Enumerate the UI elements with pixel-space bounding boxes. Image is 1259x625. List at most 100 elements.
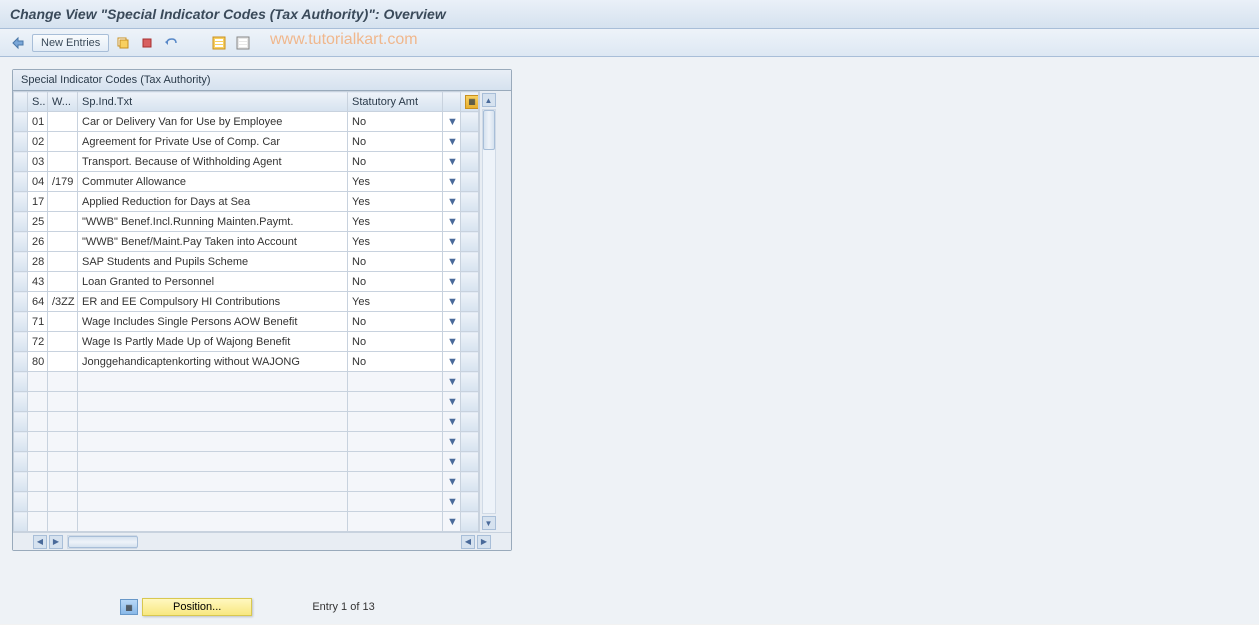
deselect-all-icon[interactable] (233, 33, 253, 53)
row-selector[interactable] (14, 452, 28, 472)
cell-txt[interactable]: Agreement for Private Use of Comp. Car (78, 132, 348, 152)
row-selector[interactable] (14, 212, 28, 232)
cell-txt[interactable] (78, 452, 348, 472)
cell-w[interactable] (48, 312, 78, 332)
cell-stat[interactable]: No (348, 132, 443, 152)
cell-w[interactable] (48, 152, 78, 172)
cell-w[interactable]: /179 (48, 172, 78, 192)
cell-txt[interactable]: Transport. Because of Withholding Agent (78, 152, 348, 172)
cell-txt[interactable] (78, 492, 348, 512)
row-selector[interactable] (14, 312, 28, 332)
dropdown-icon[interactable]: ▼ (443, 332, 461, 352)
delete-icon[interactable] (137, 33, 157, 53)
col-header-txt[interactable]: Sp.Ind.Txt (78, 92, 348, 112)
cell-s[interactable] (28, 472, 48, 492)
cell-txt[interactable]: "WWB" Benef.Incl.Running Mainten.Paymt. (78, 212, 348, 232)
col-config-icon[interactable]: ▦ (461, 92, 479, 112)
cell-stat[interactable] (348, 392, 443, 412)
cell-w[interactable] (48, 212, 78, 232)
col-header-stat[interactable]: Statutory Amt (348, 92, 443, 112)
col-header-s[interactable]: S.. (28, 92, 48, 112)
vertical-scrollbar[interactable]: ▲ ▼ (479, 91, 497, 532)
row-selector[interactable] (14, 432, 28, 452)
cell-stat[interactable]: Yes (348, 292, 443, 312)
cell-w[interactable] (48, 452, 78, 472)
dropdown-icon[interactable]: ▼ (443, 112, 461, 132)
cell-w[interactable] (48, 132, 78, 152)
select-all-header[interactable] (14, 92, 28, 112)
cell-stat[interactable]: Yes (348, 212, 443, 232)
dropdown-icon[interactable]: ▼ (443, 352, 461, 372)
row-selector[interactable] (14, 492, 28, 512)
cell-s[interactable] (28, 452, 48, 472)
cell-s[interactable] (28, 412, 48, 432)
cell-w[interactable] (48, 392, 78, 412)
cell-txt[interactable] (78, 472, 348, 492)
dropdown-icon[interactable]: ▼ (443, 372, 461, 392)
row-selector[interactable] (14, 112, 28, 132)
row-selector[interactable] (14, 172, 28, 192)
cell-s[interactable]: 80 (28, 352, 48, 372)
position-icon[interactable]: ▦ (120, 599, 138, 615)
cell-s[interactable] (28, 392, 48, 412)
row-selector[interactable] (14, 472, 28, 492)
cell-stat[interactable] (348, 452, 443, 472)
scroll-up-icon[interactable]: ▲ (482, 93, 496, 107)
scroll-down-icon[interactable]: ▼ (482, 516, 496, 530)
dropdown-icon[interactable]: ▼ (443, 132, 461, 152)
cell-txt[interactable]: Applied Reduction for Days at Sea (78, 192, 348, 212)
row-selector[interactable] (14, 512, 28, 532)
copy-icon[interactable] (113, 33, 133, 53)
scroll-left2-icon[interactable]: ◀ (461, 535, 475, 549)
cell-stat[interactable] (348, 492, 443, 512)
cell-w[interactable] (48, 372, 78, 392)
row-selector[interactable] (14, 392, 28, 412)
cell-stat[interactable]: No (348, 312, 443, 332)
row-selector[interactable] (14, 412, 28, 432)
cell-s[interactable] (28, 492, 48, 512)
cell-w[interactable] (48, 412, 78, 432)
dropdown-icon[interactable]: ▼ (443, 152, 461, 172)
horizontal-scrollbar[interactable]: ◀ ▶ ◀ ▶ (13, 532, 511, 550)
cell-w[interactable] (48, 472, 78, 492)
cell-s[interactable]: 43 (28, 272, 48, 292)
cell-stat[interactable]: No (348, 352, 443, 372)
dropdown-icon[interactable]: ▼ (443, 392, 461, 412)
cell-stat[interactable]: No (348, 252, 443, 272)
cell-txt[interactable]: Car or Delivery Van for Use by Employee (78, 112, 348, 132)
scroll-left-icon[interactable]: ◀ (33, 535, 47, 549)
cell-s[interactable]: 02 (28, 132, 48, 152)
cell-s[interactable]: 26 (28, 232, 48, 252)
cell-s[interactable]: 17 (28, 192, 48, 212)
cell-txt[interactable] (78, 392, 348, 412)
cell-s[interactable] (28, 512, 48, 532)
cell-txt[interactable] (78, 512, 348, 532)
cell-stat[interactable] (348, 372, 443, 392)
dropdown-icon[interactable]: ▼ (443, 212, 461, 232)
row-selector[interactable] (14, 192, 28, 212)
col-header-w[interactable]: W... (48, 92, 78, 112)
cell-w[interactable] (48, 232, 78, 252)
cell-s[interactable]: 04 (28, 172, 48, 192)
cell-stat[interactable]: No (348, 272, 443, 292)
cell-txt[interactable]: Jonggehandicaptenkorting without WAJONG (78, 352, 348, 372)
cell-stat[interactable] (348, 472, 443, 492)
cell-txt[interactable]: Wage Is Partly Made Up of Wajong Benefit (78, 332, 348, 352)
cell-w[interactable]: /3ZZ (48, 292, 78, 312)
dropdown-icon[interactable]: ▼ (443, 492, 461, 512)
scroll-right-end-icon[interactable]: ▶ (49, 535, 63, 549)
cell-stat[interactable] (348, 432, 443, 452)
cell-w[interactable] (48, 272, 78, 292)
row-selector[interactable] (14, 332, 28, 352)
dropdown-icon[interactable]: ▼ (443, 472, 461, 492)
cell-w[interactable] (48, 252, 78, 272)
cell-stat[interactable]: Yes (348, 192, 443, 212)
dropdown-icon[interactable]: ▼ (443, 432, 461, 452)
dropdown-icon[interactable]: ▼ (443, 172, 461, 192)
row-selector[interactable] (14, 292, 28, 312)
cell-txt[interactable]: SAP Students and Pupils Scheme (78, 252, 348, 272)
dropdown-icon[interactable]: ▼ (443, 272, 461, 292)
cell-stat[interactable]: No (348, 112, 443, 132)
row-selector[interactable] (14, 352, 28, 372)
row-selector[interactable] (14, 232, 28, 252)
